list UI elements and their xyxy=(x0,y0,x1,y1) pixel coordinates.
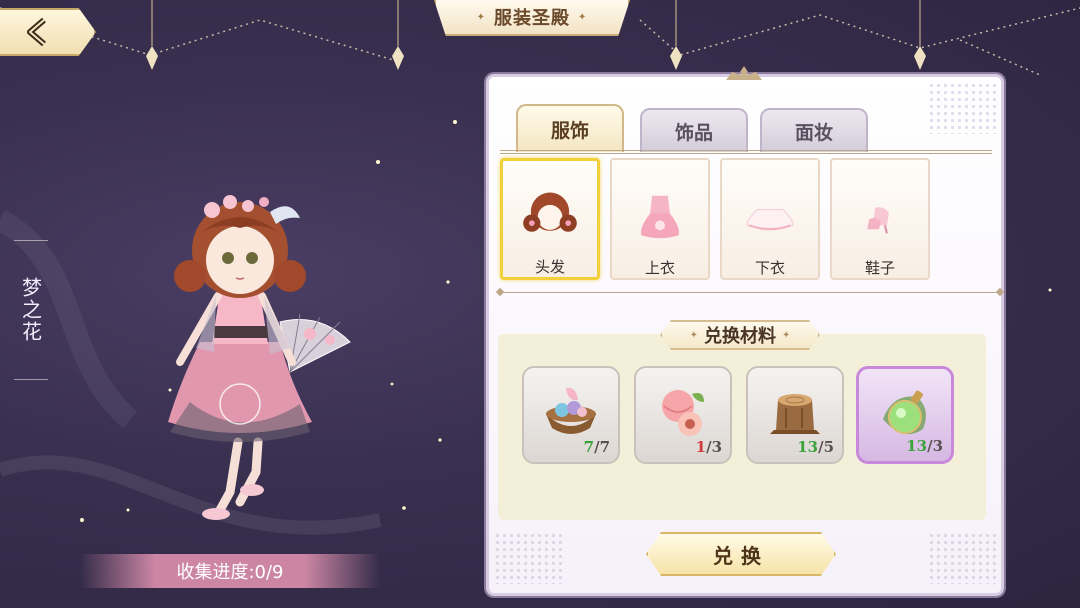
material-owned: 13 xyxy=(797,438,819,456)
category-shoes[interactable]: 鞋子 xyxy=(830,158,930,280)
tab-accessories[interactable]: 饰品 xyxy=(640,108,748,152)
diamond-ornament-icon: ✦ xyxy=(578,11,588,23)
exchange-button[interactable]: 兑换 xyxy=(646,532,836,576)
shoes-icon xyxy=(867,207,889,234)
category-bottom[interactable]: 下衣 xyxy=(720,158,820,280)
diamond-ornament-icon: ✦ xyxy=(689,329,698,341)
material-item[interactable]: 1/3 xyxy=(634,366,732,464)
peach-icon xyxy=(662,390,704,436)
category-label: 上衣 xyxy=(644,259,675,277)
material-count: 7/7 xyxy=(583,438,610,456)
material-item[interactable]: 13/3 xyxy=(856,366,954,464)
material-required: 5 xyxy=(823,438,834,456)
material-required: 7 xyxy=(599,438,610,456)
material-item[interactable]: 13/5 xyxy=(746,366,844,464)
material-count: 13/3 xyxy=(906,437,943,455)
exchange-button-label: 兑换 xyxy=(713,543,769,568)
material-owned: 7 xyxy=(583,438,595,456)
chevron-left-icon xyxy=(27,17,46,47)
tree-stump-icon xyxy=(770,394,820,434)
category-hair[interactable]: 头发 xyxy=(500,158,600,280)
category-divider xyxy=(500,292,1000,293)
category-label: 头发 xyxy=(534,258,565,276)
back-button[interactable] xyxy=(0,8,96,56)
corner-pattern xyxy=(928,82,998,134)
collection-progress: 收集进度:0/9 xyxy=(80,554,380,588)
outfit-name: 梦之花 xyxy=(18,277,43,343)
tab-divider xyxy=(500,150,992,154)
tab-label: 饰品 xyxy=(674,121,713,144)
tab-label: 面妆 xyxy=(794,121,833,144)
tab-makeup[interactable]: 面妆 xyxy=(760,108,868,152)
material-count: 1/3 xyxy=(695,438,722,456)
top-dress-icon xyxy=(640,195,680,239)
category-label: 鞋子 xyxy=(864,259,895,277)
page-title: 服装圣殿 xyxy=(494,8,570,29)
material-owned: 13 xyxy=(906,437,928,455)
outfit-name-tag: 梦之花 xyxy=(14,240,48,380)
materials-header: ✦ 兑换材料 ✦ xyxy=(660,320,820,350)
skirt-icon xyxy=(746,209,794,231)
flower-basket-icon xyxy=(546,387,596,434)
tab-label: 服饰 xyxy=(550,119,589,142)
collection-progress-text: 收集进度:0/9 xyxy=(176,562,284,583)
material-item[interactable]: 7/7 xyxy=(522,366,620,464)
hair-icon xyxy=(523,192,577,232)
corner-pattern xyxy=(928,532,998,584)
material-owned: 1 xyxy=(695,438,707,456)
diamond-ornament-icon: ✦ xyxy=(476,11,486,23)
category-top[interactable]: 上衣 xyxy=(610,158,710,280)
material-count: 13/5 xyxy=(797,438,834,456)
material-required: 3 xyxy=(711,438,722,456)
character-avatar xyxy=(168,195,351,520)
tab-clothing[interactable]: 服饰 xyxy=(516,104,624,152)
panel-crown-ornament xyxy=(726,66,762,80)
materials-header-text: 兑换材料 xyxy=(704,326,776,347)
green-potion-icon xyxy=(883,390,926,435)
category-label: 下衣 xyxy=(754,259,785,277)
material-required: 3 xyxy=(932,437,943,455)
diamond-ornament-icon: ✦ xyxy=(782,329,791,341)
page-title-banner: ✦ 服装圣殿 ✦ xyxy=(434,0,630,36)
corner-pattern xyxy=(494,532,564,584)
